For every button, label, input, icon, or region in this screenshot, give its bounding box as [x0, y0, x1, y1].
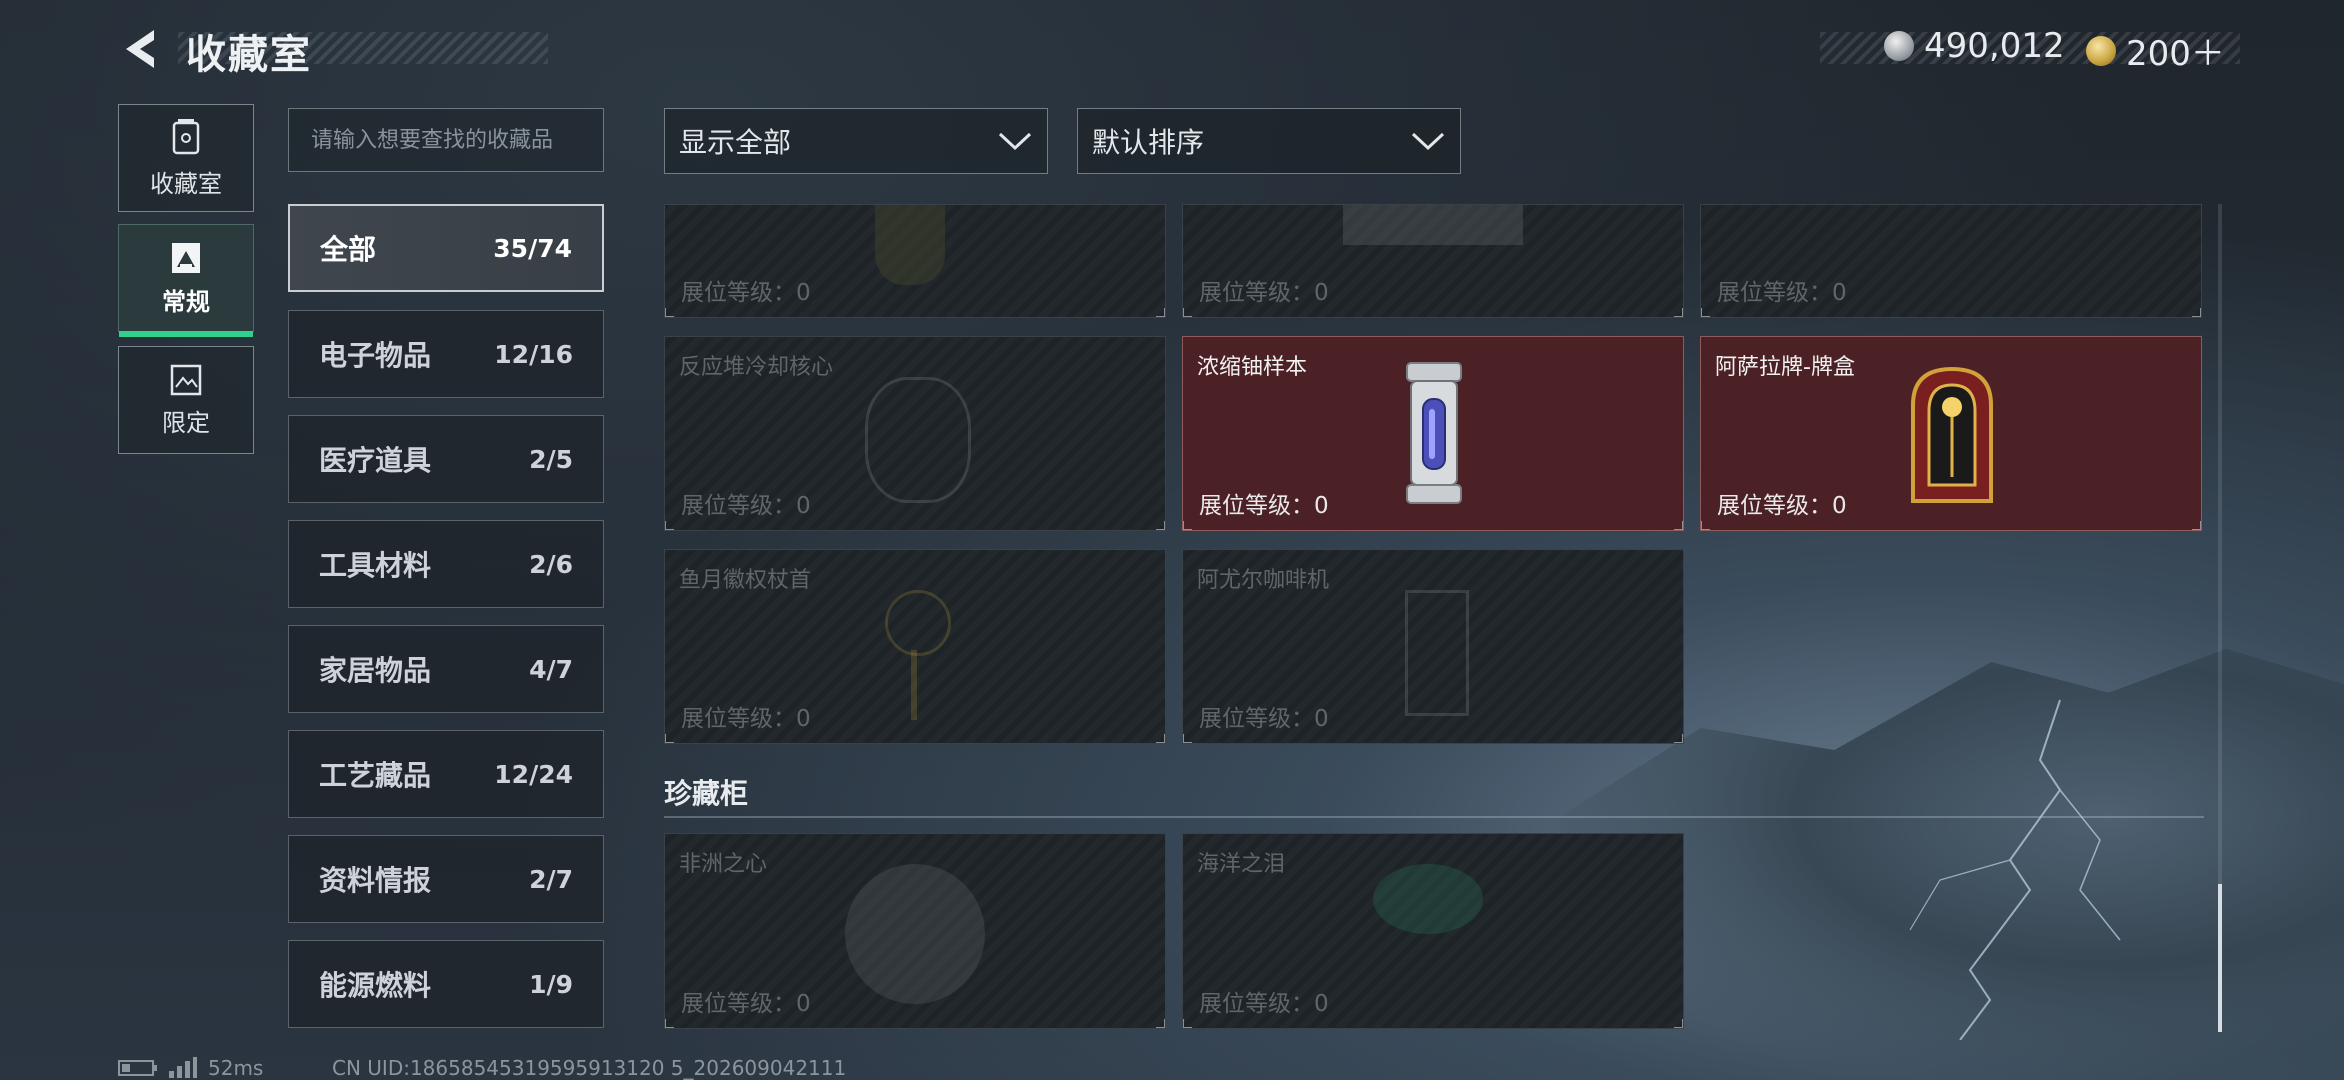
category-count: 12/24	[494, 759, 573, 789]
gold-triangle-coin-icon	[2086, 35, 2116, 66]
currency-silver: 490,012	[1884, 26, 2065, 66]
category-name: 医疗道具	[319, 444, 432, 477]
collection-card[interactable]: 展位等级：0	[664, 204, 1166, 318]
item-silhouette	[1405, 590, 1469, 716]
collection-card[interactable]: 阿尤尔咖啡机 展位等级：0	[1182, 549, 1684, 744]
category-fuel[interactable]: 能源燃料 1/9	[288, 940, 604, 1028]
category-crafts[interactable]: 工艺藏品 12/24	[288, 730, 604, 818]
booth-level: 展位等级：0	[1199, 706, 1329, 732]
category-count: 1/9	[529, 969, 573, 999]
nav-regular[interactable]: 常规	[118, 224, 254, 337]
header: 收藏室 490,012 200＋	[0, 0, 2344, 100]
booth-level: 展位等级：0	[681, 280, 811, 306]
currency-silver-value: 490,012	[1924, 26, 2065, 66]
uid-text: CN UID:18658545319595913120 5_2026090421…	[332, 1056, 847, 1080]
category-count: 2/7	[529, 864, 573, 894]
item-name: 鱼月徽权杖首	[679, 568, 812, 593]
booth-level: 展位等级：0	[1199, 493, 1329, 519]
limited-frame-icon	[170, 364, 202, 395]
section-divider	[664, 816, 2204, 818]
category-name: 工具材料	[319, 549, 432, 582]
item-silhouette	[885, 590, 951, 656]
booth-level: 展位等级：0	[1717, 493, 1847, 519]
chevron-down-icon	[998, 132, 1032, 151]
dropdown-value: 默认排序	[1092, 126, 1205, 159]
category-household[interactable]: 家居物品 4/7	[288, 625, 604, 713]
search-input[interactable]	[288, 108, 604, 172]
collection-card[interactable]: 海洋之泪 展位等级：0	[1182, 833, 1684, 1029]
booth-level: 展位等级：0	[681, 706, 811, 732]
ping-value: 52ms	[208, 1056, 264, 1080]
chevron-down-icon	[1411, 132, 1445, 151]
item-name: 阿萨拉牌-牌盒	[1715, 355, 1855, 380]
page-title: 收藏室	[186, 32, 312, 78]
category-count: 2/6	[529, 549, 573, 579]
display-filter-dropdown[interactable]: 显示全部	[664, 108, 1048, 174]
item-silhouette	[911, 650, 917, 720]
category-name: 能源燃料	[319, 969, 432, 1002]
background-lightning	[1909, 699, 2121, 1040]
nav-label: 收藏室	[150, 169, 222, 198]
booth-level: 展位等级：0	[1199, 280, 1329, 306]
category-name: 全部	[320, 233, 377, 266]
category-all[interactable]: 全部 35/74	[288, 204, 604, 292]
category-count: 2/5	[529, 444, 573, 474]
item-name: 非洲之心	[679, 852, 768, 877]
signal-icon	[169, 1057, 197, 1078]
collection-card[interactable]: 鱼月徽权杖首 展位等级：0	[664, 549, 1166, 744]
category-name: 电子物品	[319, 339, 432, 372]
item-name: 浓缩铀样本	[1197, 355, 1308, 380]
booth-level: 展位等级：0	[1199, 991, 1329, 1017]
sort-dropdown[interactable]: 默认排序	[1077, 108, 1461, 174]
collection-card[interactable]: 展位等级：0	[1182, 204, 1684, 318]
category-electronics[interactable]: 电子物品 12/16	[288, 310, 604, 398]
regular-frame-icon	[172, 242, 200, 273]
item-silhouette	[865, 377, 971, 503]
item-silhouette	[845, 864, 985, 1004]
collection-card[interactable]: 展位等级：0	[1700, 204, 2202, 318]
item-name: 阿尤尔咖啡机	[1197, 568, 1330, 593]
booth-level: 展位等级：0	[681, 493, 811, 519]
category-name: 家居物品	[319, 654, 432, 687]
category-intel[interactable]: 资料情报 2/7	[288, 835, 604, 923]
collection-card[interactable]: 非洲之心 展位等级：0	[664, 833, 1166, 1029]
category-count: 35/74	[493, 233, 572, 263]
booth-level: 展位等级：0	[681, 991, 811, 1017]
item-name: 海洋之泪	[1197, 852, 1286, 877]
category-medical[interactable]: 医疗道具 2/5	[288, 415, 604, 503]
category-name: 工艺藏品	[319, 759, 432, 792]
battery-icon	[118, 1060, 157, 1076]
back-arrow-icon	[126, 30, 154, 68]
category-count: 12/16	[494, 339, 573, 369]
collection-card-owned[interactable]: 阿萨拉牌-牌盒 展位等级：0	[1700, 336, 2202, 531]
category-count: 4/7	[529, 654, 573, 684]
section-title-treasure: 珍藏柜	[664, 777, 749, 810]
nav-collection-room[interactable]: 收藏室	[118, 104, 254, 212]
item-silhouette	[875, 205, 945, 285]
item-name: 反应堆冷却核心	[679, 355, 834, 380]
collection-jar-icon	[172, 118, 200, 154]
booth-level: 展位等级：0	[1717, 280, 1847, 306]
currency-gold: 200＋	[2086, 26, 2225, 75]
item-silhouette	[1343, 205, 1523, 245]
nav-label: 常规	[162, 287, 210, 316]
nav-label: 限定	[162, 408, 210, 437]
uranium-canister-icon	[1406, 362, 1462, 504]
scrollbar-thumb[interactable]	[2218, 884, 2222, 1032]
category-name: 资料情报	[319, 864, 432, 897]
collection-card[interactable]: 反应堆冷却核心 展位等级：0	[664, 336, 1166, 531]
back-button[interactable]	[118, 26, 160, 72]
currency-gold-value: 200＋	[2126, 34, 2225, 74]
scrollbar[interactable]	[2218, 204, 2222, 1032]
status-bar: 52ms	[118, 1056, 263, 1080]
collection-card-owned[interactable]: 浓缩铀样本 展位等级：0	[1182, 336, 1684, 531]
category-tools[interactable]: 工具材料 2/6	[288, 520, 604, 608]
silver-coin-icon	[1884, 31, 1914, 61]
item-silhouette	[1373, 864, 1483, 934]
nav-limited[interactable]: 限定	[118, 346, 254, 454]
card-box-icon	[1911, 366, 1993, 503]
dropdown-value: 显示全部	[679, 126, 792, 159]
